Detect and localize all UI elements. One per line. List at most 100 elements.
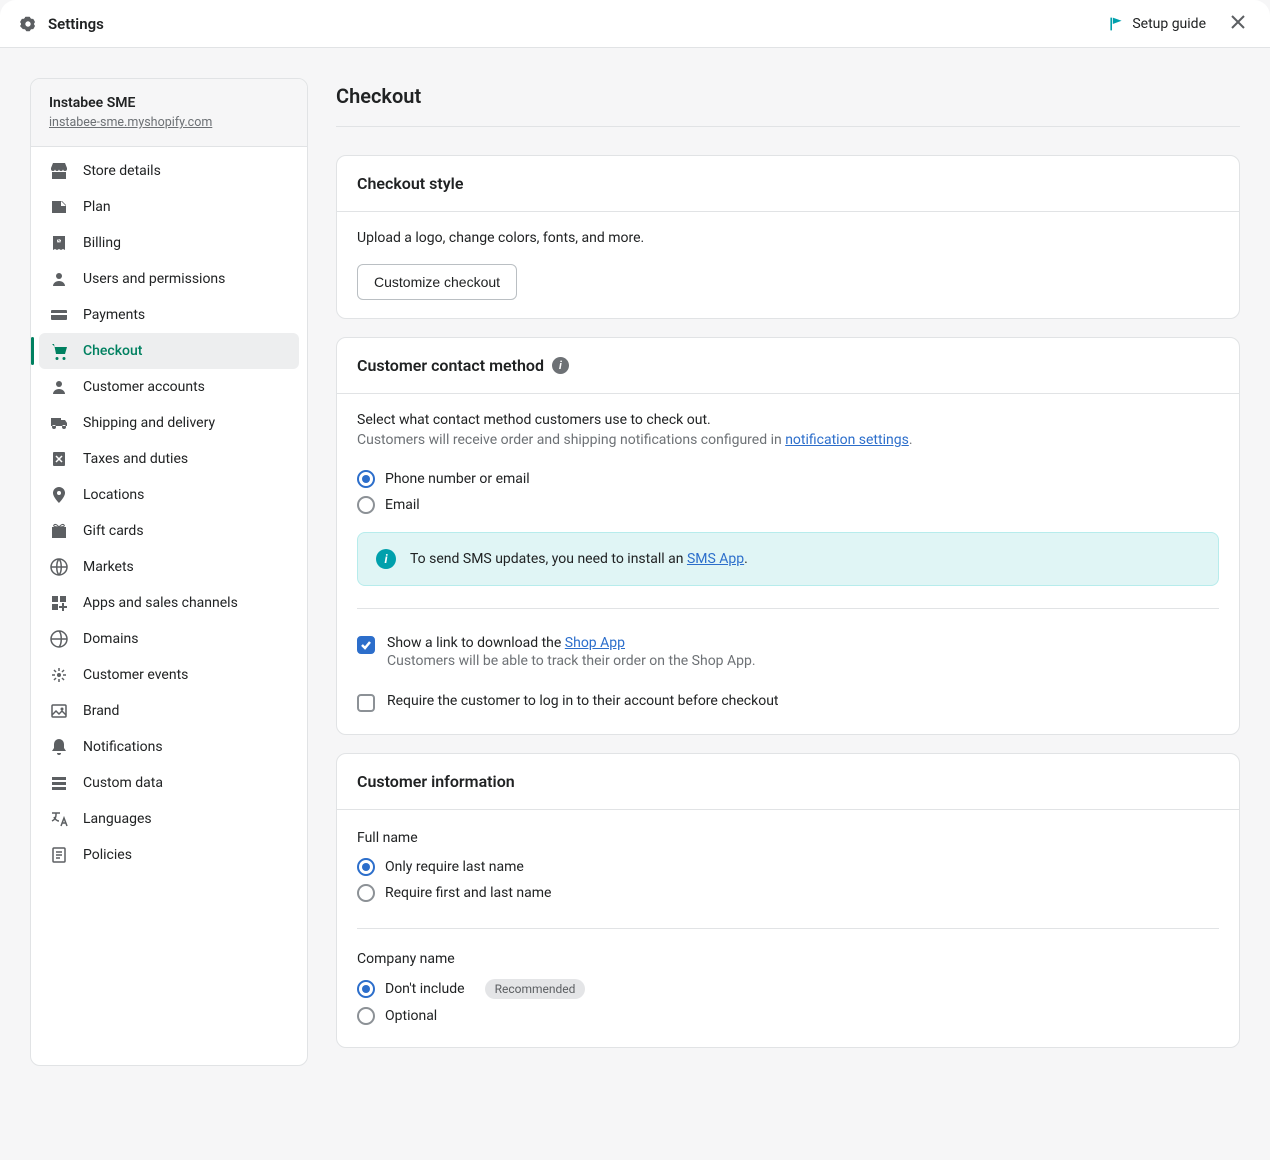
card-description: Upload a logo, change colors, fonts, and… [357, 230, 1219, 246]
pin-icon [49, 485, 69, 505]
events-icon [49, 665, 69, 685]
store-icon [49, 161, 69, 181]
sidebar-item-events[interactable]: Customer events [39, 657, 299, 693]
account-icon [49, 377, 69, 397]
require-login-checkbox-row: Require the customer to log in to their … [357, 689, 1219, 716]
company-radio-0[interactable]: Don't includeRecommended [357, 975, 1219, 1003]
card-subtext: Customers will receive order and shippin… [357, 432, 1219, 448]
company-radio-1[interactable]: Optional [357, 1003, 1219, 1029]
store-url-link[interactable]: instabee-sme.myshopify.com [49, 115, 212, 130]
sidebar-item-checkout[interactable]: Checkout [39, 333, 299, 369]
sidebar-item-payments[interactable]: Payments [39, 297, 299, 333]
policy-icon [49, 845, 69, 865]
contact-radio-0[interactable]: Phone number or email [357, 466, 1219, 492]
domain-icon [49, 629, 69, 649]
customer-info-card: Customer information Full name Only requ… [336, 753, 1240, 1048]
sidebar-item-label: Customer accounts [83, 379, 205, 395]
sidebar-item-label: Languages [83, 811, 152, 827]
setup-guide-link[interactable]: Setup guide [1108, 16, 1206, 32]
fullname-radio-1[interactable]: Require first and last name [357, 880, 1219, 906]
sidebar-item-label: Brand [83, 703, 119, 719]
page-title: Checkout [336, 78, 1240, 127]
sidebar-item-markets[interactable]: Markets [39, 549, 299, 585]
fullname-radio-0[interactable]: Only require last name [357, 854, 1219, 880]
info-icon: i [376, 549, 396, 569]
sidebar-item-label: Locations [83, 487, 144, 503]
radio-input[interactable] [357, 884, 375, 902]
info-icon[interactable]: i [552, 357, 569, 374]
settings-nav: Store details Plan$Billing Users and permi… [31, 147, 307, 883]
sms-app-link[interactable]: SMS App [687, 551, 744, 567]
cart-icon [49, 341, 69, 361]
notification-settings-link[interactable]: notification settings [785, 432, 909, 448]
sidebar-item-notifications[interactable]: Notifications [39, 729, 299, 765]
sidebar-item-languages[interactable]: Languages [39, 801, 299, 837]
card-description: Select what contact method customers use… [357, 412, 1219, 428]
header: Settings Setup guide [0, 0, 1270, 48]
card-title: Customer contact method [357, 356, 544, 375]
company-radio-group: Don't includeRecommended Optional [357, 975, 1219, 1029]
billing-icon: $ [49, 233, 69, 253]
shop-app-subtext: Customers will be able to track their or… [387, 653, 1219, 669]
radio-input[interactable] [357, 1007, 375, 1025]
radio-label: Optional [385, 1008, 437, 1024]
radio-label: Phone number or email [385, 471, 530, 487]
user-icon [49, 269, 69, 289]
checkout-style-card: Checkout style Upload a logo, change col… [336, 155, 1240, 319]
sidebar-item-plan[interactable]: Plan [39, 189, 299, 225]
sidebar-item-customer-accounts[interactable]: Customer accounts [39, 369, 299, 405]
shop-app-checkbox-row: Show a link to download the Shop App Cus… [357, 631, 1219, 673]
radio-input[interactable] [357, 496, 375, 514]
sidebar-item-label: Notifications [83, 739, 163, 755]
gift-icon [49, 521, 69, 541]
sidebar-item-taxes[interactable]: Taxes and duties [39, 441, 299, 477]
contact-method-radio-group: Phone number or email Email [357, 466, 1219, 518]
gear-icon [18, 14, 38, 34]
store-name: Instabee SME [49, 95, 289, 111]
fullname-label: Full name [357, 830, 1219, 846]
require-login-label: Require the customer to log in to their … [387, 693, 1219, 709]
apps-icon [49, 593, 69, 613]
radio-label: Only require last name [385, 859, 524, 875]
close-button[interactable] [1224, 8, 1252, 40]
sidebar-item-billing[interactable]: $Billing [39, 225, 299, 261]
company-label: Company name [357, 951, 1219, 967]
shop-app-link[interactable]: Shop App [565, 635, 625, 651]
radio-input[interactable] [357, 980, 375, 998]
sidebar-item-label: Taxes and duties [83, 451, 188, 467]
radio-input[interactable] [357, 470, 375, 488]
sidebar-item-label: Policies [83, 847, 132, 863]
sidebar-item-label: Domains [83, 631, 138, 647]
sidebar-item-label: Custom data [83, 775, 163, 791]
sidebar: Instabee SME instabee-sme.myshopify.com … [30, 78, 308, 1066]
sidebar-item-apps[interactable]: Apps and sales channels [39, 585, 299, 621]
sidebar-item-store-details[interactable]: Store details [39, 153, 299, 189]
sidebar-item-label: Users and permissions [83, 271, 225, 287]
require-login-checkbox[interactable] [357, 694, 375, 712]
customize-checkout-button[interactable]: Customize checkout [357, 264, 517, 300]
sidebar-item-label: Checkout [83, 343, 142, 359]
sidebar-item-brand[interactable]: Brand [39, 693, 299, 729]
sidebar-item-domains[interactable]: Domains [39, 621, 299, 657]
recommended-badge: Recommended [485, 979, 586, 999]
radio-input[interactable] [357, 858, 375, 876]
sidebar-item-label: Shipping and delivery [83, 415, 215, 431]
card-title: Checkout style [337, 156, 1239, 211]
flag-icon [1108, 16, 1124, 32]
globe-icon [49, 557, 69, 577]
card-title: Customer information [337, 754, 1239, 809]
sidebar-item-label: Store details [83, 163, 161, 179]
fullname-radio-group: Only require last name Require first and … [357, 854, 1219, 906]
sidebar-item-policies[interactable]: Policies [39, 837, 299, 873]
shop-app-checkbox[interactable] [357, 636, 375, 654]
contact-radio-1[interactable]: Email [357, 492, 1219, 518]
lang-icon [49, 809, 69, 829]
sidebar-item-label: Payments [83, 307, 145, 323]
sidebar-item-users[interactable]: Users and permissions [39, 261, 299, 297]
sidebar-item-gift-cards[interactable]: Gift cards [39, 513, 299, 549]
sidebar-item-locations[interactable]: Locations [39, 477, 299, 513]
sidebar-item-custom-data[interactable]: Custom data [39, 765, 299, 801]
sidebar-item-shipping[interactable]: Shipping and delivery [39, 405, 299, 441]
main-content: Checkout Checkout style Upload a logo, c… [336, 78, 1240, 1066]
sidebar-item-label: Markets [83, 559, 134, 575]
